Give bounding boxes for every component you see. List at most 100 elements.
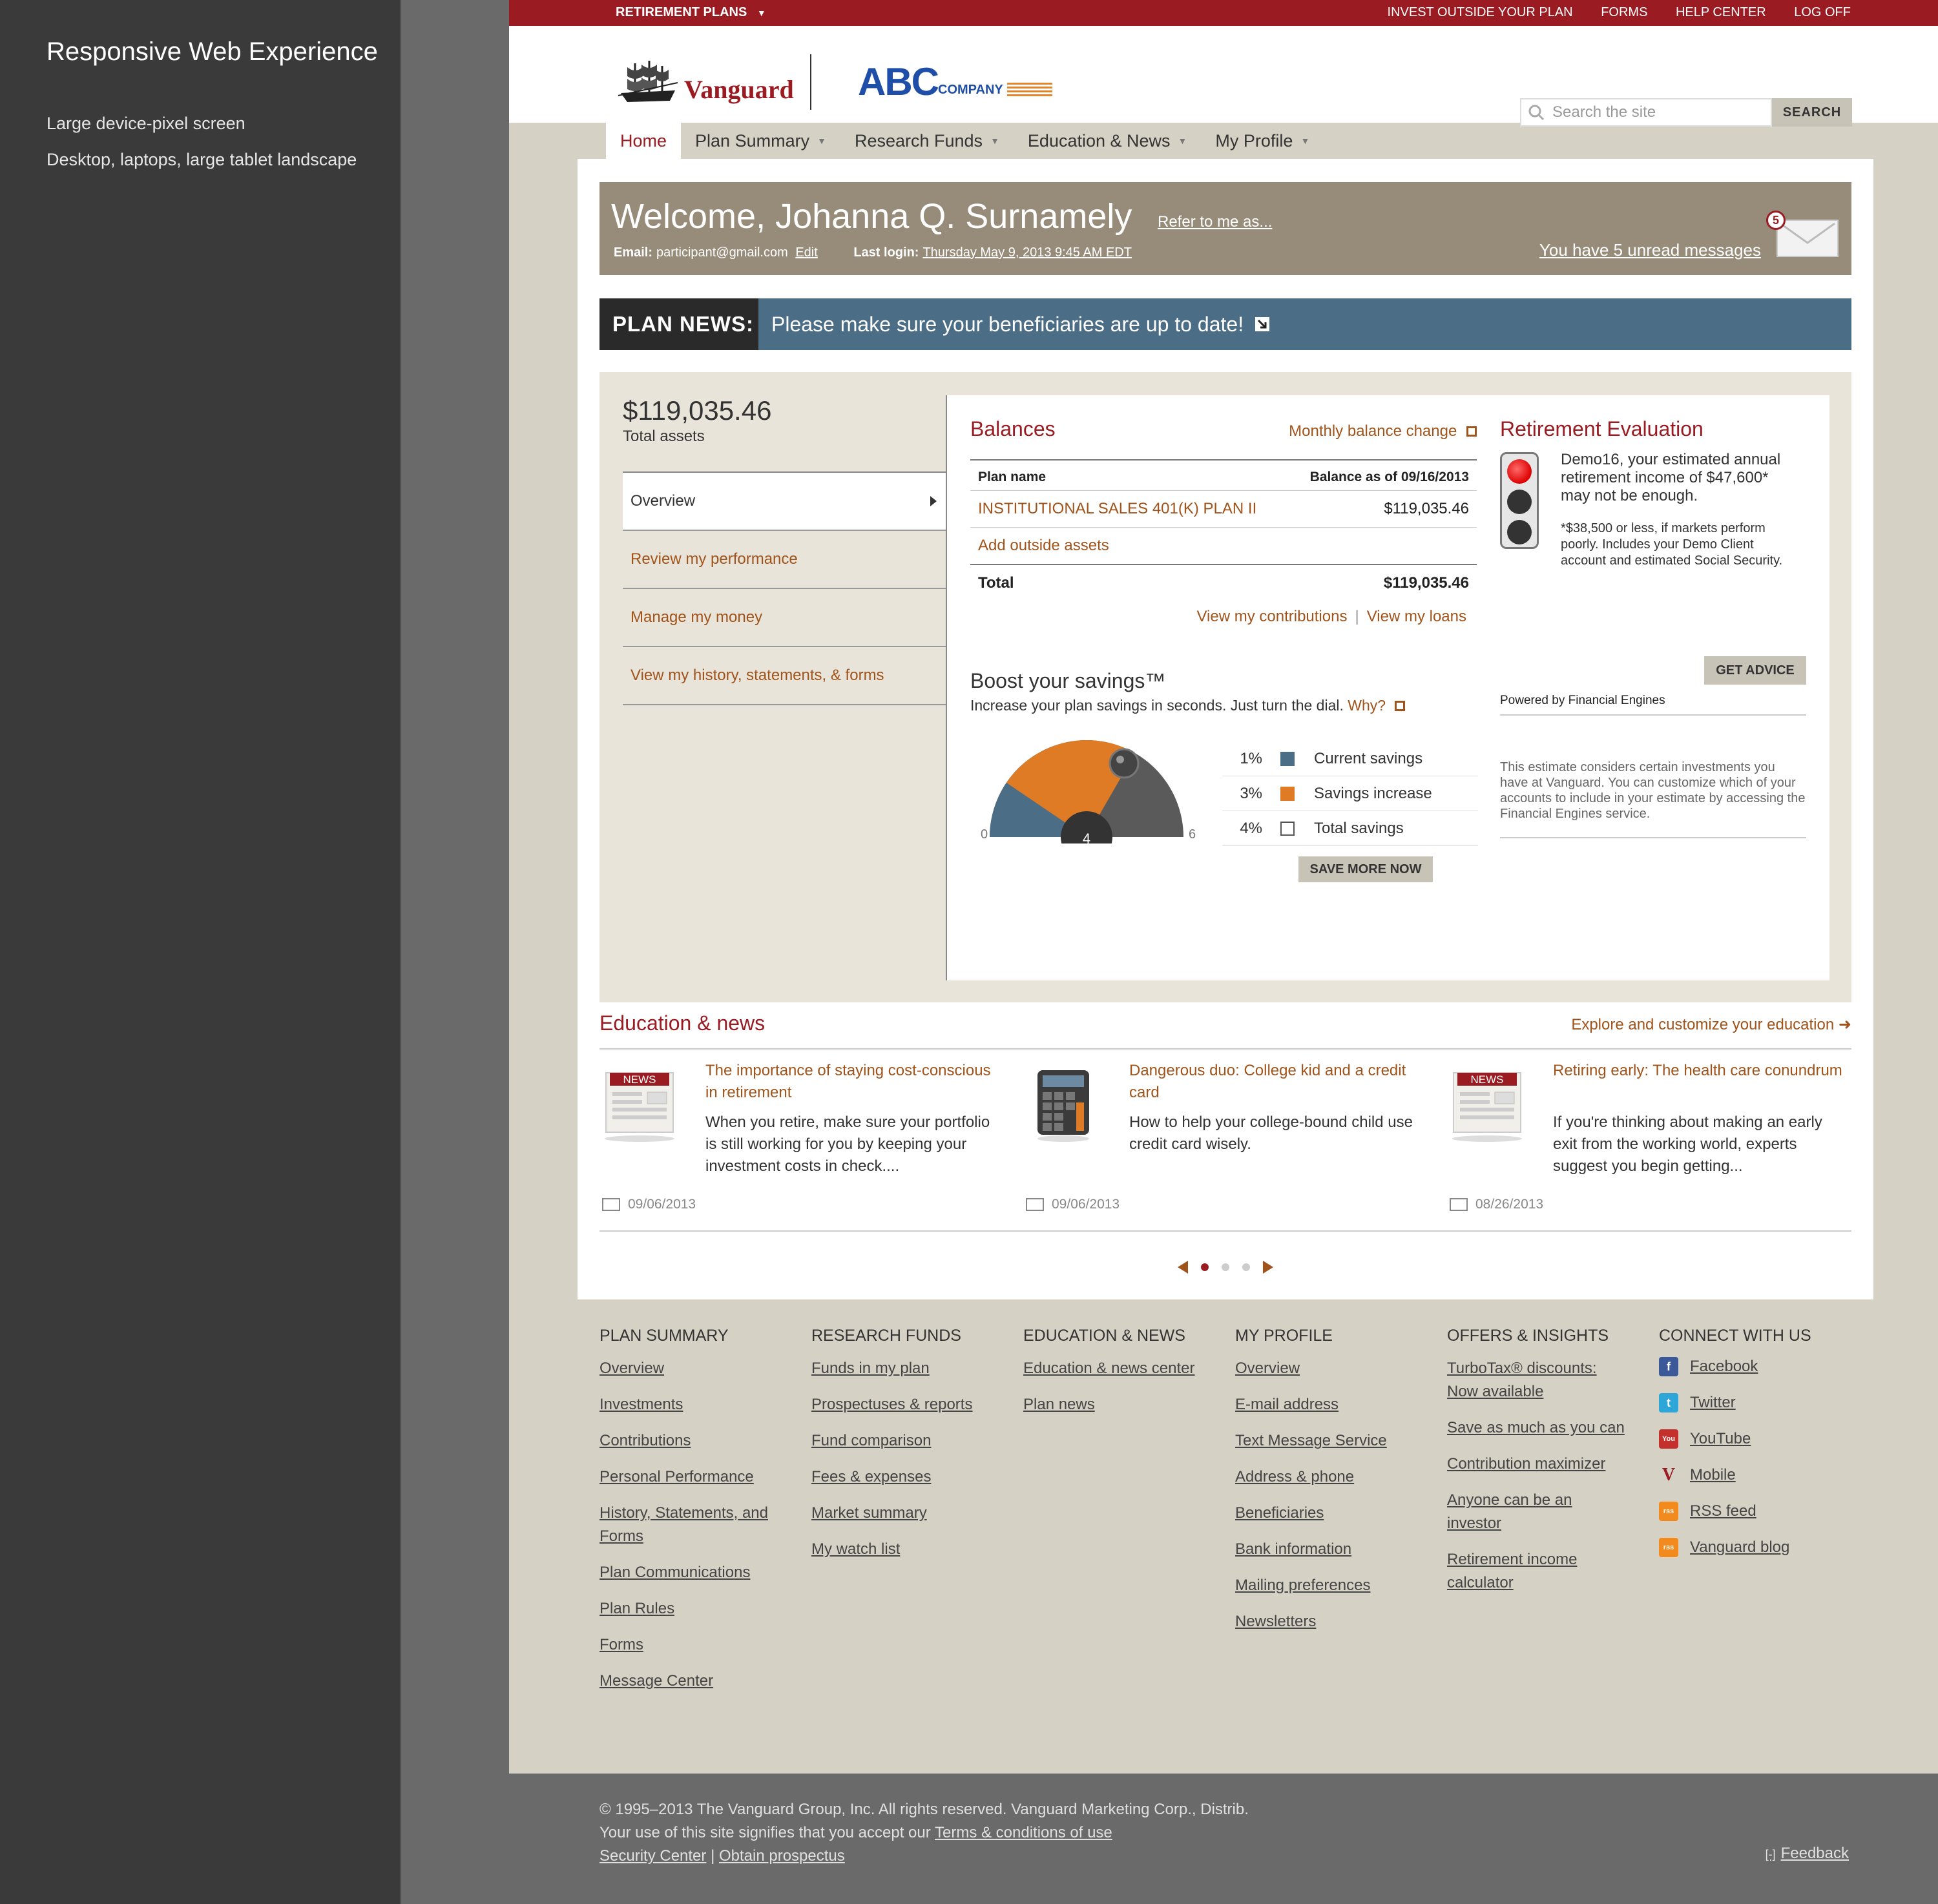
social-rss[interactable]: rss RSS feed (1659, 1502, 1871, 1521)
next-arrow-icon[interactable] (1263, 1261, 1273, 1274)
footer-link[interactable]: Save as much as you can (1447, 1416, 1628, 1440)
footer-link[interactable]: Market summary (811, 1502, 992, 1525)
footer-link[interactable]: Overview (1235, 1357, 1416, 1380)
footer-link[interactable]: Message Center (599, 1670, 780, 1693)
tab-plan-summary[interactable]: Plan Summary ▼ (681, 123, 840, 159)
footer-link[interactable]: Plan news (1023, 1393, 1204, 1416)
tab-education-news[interactable]: Education & News ▼ (1014, 123, 1201, 159)
edit-email-link[interactable]: Edit (795, 245, 817, 260)
dashboard-sidebar: $119,035.46 Total assets Overview Review… (623, 395, 946, 705)
obtain-prospectus-link[interactable]: Obtain prospectus (719, 1847, 845, 1865)
footer-link[interactable]: TurboTax® discounts: Now available (1447, 1357, 1609, 1403)
refer-to-me-link[interactable]: Refer to me as... (1158, 213, 1272, 231)
feedback-link[interactable]: [-] Feedback (1766, 1845, 1849, 1863)
view-loans-link[interactable]: View my loans (1367, 608, 1466, 625)
footer-link[interactable]: Funds in my plan (811, 1357, 992, 1380)
article-title-link[interactable]: Retiring early: The health care conundru… (1553, 1060, 1850, 1082)
book-icon (1450, 1198, 1468, 1211)
vanguard-v-icon: V (1662, 1465, 1676, 1485)
footer-link[interactable]: Investments (599, 1393, 780, 1416)
footer-link[interactable]: Prospectuses & reports (811, 1393, 992, 1416)
search-button[interactable]: SEARCH (1772, 98, 1852, 127)
footer-link[interactable]: Bank information (1235, 1538, 1416, 1561)
invest-outside-link[interactable]: INVEST OUTSIDE YOUR PLAN (1388, 5, 1573, 19)
dial-handle[interactable] (1109, 748, 1140, 779)
why-link[interactable]: Why? (1348, 697, 1386, 714)
footer-link[interactable]: Contribution maximizer (1447, 1453, 1628, 1476)
footer-link[interactable]: Beneficiaries (1235, 1502, 1416, 1525)
footer-link[interactable]: My watch list (811, 1538, 992, 1561)
footer-link[interactable]: Fund comparison (811, 1429, 992, 1453)
article-title-link[interactable]: The importance of staying cost-conscious… (705, 1060, 1003, 1104)
plan-news-text[interactable]: Please make sure your beneficiaries are … (771, 313, 1244, 336)
unread-messages-link[interactable]: You have 5 unread messages (1539, 240, 1761, 260)
footer-link[interactable]: Newsletters (1235, 1610, 1416, 1633)
tab-home[interactable]: Home (606, 123, 682, 159)
vanguard-logo[interactable]: Vanguard (616, 57, 794, 106)
menu-review-performance[interactable]: Review my performance (623, 531, 946, 589)
view-contributions-link[interactable]: View my contributions (1196, 608, 1347, 625)
tab-my-profile[interactable]: My Profile ▼ (1201, 123, 1324, 159)
footer-link[interactable]: Text Message Service (1235, 1429, 1416, 1453)
pager-dot[interactable] (1242, 1263, 1250, 1271)
footer-link[interactable]: History, Statements, and Forms (599, 1502, 780, 1548)
footer-link[interactable]: Fees & expenses (811, 1465, 992, 1489)
footer-link[interactable]: Retirement income calculator (1447, 1548, 1609, 1595)
book-icon (1026, 1198, 1044, 1211)
help-center-link[interactable]: HELP CENTER (1676, 5, 1766, 19)
search-input[interactable]: Search the site (1520, 98, 1772, 127)
social-youtube[interactable]: You YouTube (1659, 1429, 1871, 1449)
external-link-icon[interactable] (1255, 317, 1270, 331)
footer-link[interactable]: Forms (599, 1633, 780, 1657)
forms-link[interactable]: FORMS (1601, 5, 1647, 19)
terms-link[interactable]: Terms & conditions of use (935, 1824, 1112, 1841)
footer-column: MY PROFILE Overview E-mail address Text … (1235, 1327, 1447, 1706)
menu-manage-money[interactable]: Manage my money (623, 589, 946, 647)
add-outside-assets-link[interactable]: Add outside assets (970, 527, 1477, 564)
menu-history-statements[interactable]: View my history, statements, & forms (623, 647, 946, 705)
footer-link[interactable]: Plan Rules (599, 1597, 780, 1620)
social-blog[interactable]: rss Vanguard blog (1659, 1538, 1871, 1557)
footer-link[interactable]: Address & phone (1235, 1465, 1416, 1489)
article-date: 08/26/2013 (1450, 1197, 1543, 1212)
security-center-link[interactable]: Security Center (599, 1847, 706, 1865)
footer-link[interactable]: Personal Performance (599, 1465, 780, 1489)
dial-min: 0 (981, 827, 988, 842)
panel-line: Large device-pixel screen (47, 114, 245, 133)
social-mobile[interactable]: V Mobile (1659, 1465, 1871, 1485)
article-title-link[interactable]: Dangerous duo: College kid and a credit … (1129, 1060, 1426, 1104)
footer-link[interactable]: Plan Communications (599, 1561, 780, 1584)
footer-link[interactable]: Mailing preferences (1235, 1574, 1416, 1597)
footer-link[interactable]: Anyone can be an investor (1447, 1489, 1628, 1535)
logo-stripes (1006, 83, 1052, 98)
footer-link[interactable]: Overview (599, 1357, 780, 1380)
plan-name-link[interactable]: INSTITUTIONAL SALES 401(K) PLAN II (970, 490, 1288, 528)
save-more-now-button[interactable]: SAVE MORE NOW (1298, 856, 1433, 882)
boost-subtitle: Increase your plan savings in seconds. J… (970, 697, 1487, 714)
menu-overview[interactable]: Overview (623, 473, 946, 531)
envelope-icon[interactable] (1776, 220, 1839, 257)
footer-link[interactable]: E-mail address (1235, 1393, 1416, 1416)
monthly-balance-change-link[interactable]: Monthly balance change (1289, 422, 1477, 440)
total-assets-label: Total assets (623, 428, 705, 445)
social-facebook[interactable]: f Facebook (1659, 1357, 1871, 1376)
footer-column: PLAN SUMMARY Overview Investments Contri… (599, 1327, 811, 1706)
log-off-link[interactable]: LOG OFF (1794, 5, 1851, 19)
twitter-icon: t (1659, 1393, 1678, 1412)
pager-dot[interactable] (1201, 1263, 1209, 1271)
retirement-plans-menu[interactable]: RETIREMENT PLANS ▼ (616, 5, 766, 20)
feedback-icon: [-] (1765, 1848, 1776, 1861)
footer-link[interactable]: Contributions (599, 1429, 780, 1453)
dashboard-panel: $119,035.46 Total assets Overview Review… (599, 372, 1851, 1002)
explore-education-link[interactable]: Explore and customize your education ➜ (1571, 1015, 1851, 1034)
get-advice-button[interactable]: GET ADVICE (1704, 656, 1806, 685)
plan-balance: $119,035.46 (1287, 490, 1477, 528)
pager-dot[interactable] (1222, 1263, 1229, 1271)
boost-title: Boost your savings™ (970, 669, 1166, 692)
tab-research-funds[interactable]: Research Funds ▼ (840, 123, 1014, 159)
social-twitter[interactable]: t Twitter (1659, 1393, 1871, 1412)
footer-link[interactable]: Education & news center (1023, 1357, 1204, 1380)
savings-dial[interactable]: 4 0 6 (970, 740, 1203, 843)
prev-arrow-icon[interactable] (1178, 1261, 1188, 1274)
vanguard-page: RETIREMENT PLANS ▼ INVEST OUTSIDE YOUR P… (509, 0, 1938, 1904)
